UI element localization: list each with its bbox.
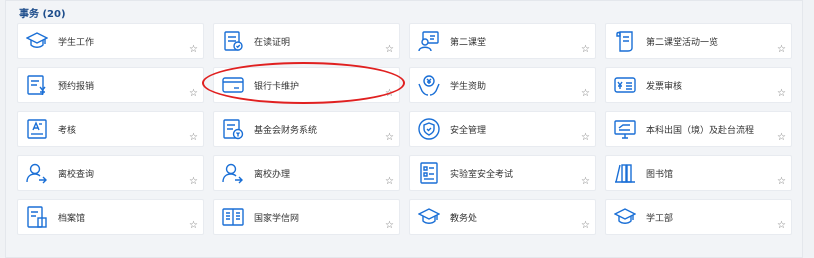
graduation-cap-icon	[418, 206, 440, 228]
card-invoice-review[interactable]: 发票审核 ☆	[605, 67, 792, 103]
card-label: 离校查询	[58, 170, 95, 180]
user-arrow-icon	[26, 162, 48, 184]
favorite-star-icon[interactable]: ☆	[385, 88, 394, 100]
card-label: 在读证明	[254, 38, 291, 48]
hands-coin-icon	[418, 74, 440, 96]
card-label: 学生工作	[58, 38, 95, 48]
favorite-star-icon[interactable]: ☆	[581, 88, 590, 100]
card-enrollment-certificate[interactable]: 在读证明 ☆	[213, 23, 400, 59]
card-label: 教务处	[450, 214, 478, 224]
card-leaving-school-process[interactable]: 离校办理 ☆	[213, 155, 400, 191]
card-label: 图书馆	[646, 170, 674, 180]
favorite-star-icon[interactable]: ☆	[581, 220, 590, 232]
library-books-icon	[614, 162, 636, 184]
favorite-star-icon[interactable]: ☆	[777, 132, 786, 144]
card-label: 学工部	[646, 214, 674, 224]
favorite-star-icon[interactable]: ☆	[777, 88, 786, 100]
card-label: 学生资助	[450, 82, 487, 92]
open-book-icon	[222, 206, 244, 228]
bank-card-icon	[222, 74, 244, 96]
card-student-aid[interactable]: 学生资助 ☆	[409, 67, 596, 103]
archive-icon	[26, 206, 48, 228]
favorite-star-icon[interactable]: ☆	[385, 220, 394, 232]
graduation-cap-icon	[614, 206, 636, 228]
shield-icon	[418, 118, 440, 140]
card-label: 本科出国（境）及赴台流程	[646, 126, 755, 136]
section-title: 事务 (20)	[19, 9, 66, 20]
card-label: 考核	[58, 126, 77, 136]
user-arrow-icon	[222, 162, 244, 184]
favorite-star-icon[interactable]: ☆	[777, 176, 786, 188]
favorite-star-icon[interactable]: ☆	[385, 132, 394, 144]
certificate-document-icon	[222, 30, 244, 52]
assessment-icon	[26, 118, 48, 140]
card-label: 第二课堂活动一览	[646, 38, 719, 48]
card-label: 银行卡维护	[254, 82, 300, 92]
favorite-star-icon[interactable]: ☆	[189, 44, 198, 56]
invoice-icon	[614, 74, 636, 96]
card-label: 基金会财务系统	[254, 126, 318, 136]
card-second-classroom-activities[interactable]: 第二课堂活动一览 ☆	[605, 23, 792, 59]
card-student-work[interactable]: 学生工作 ☆	[17, 23, 204, 59]
favorite-star-icon[interactable]: ☆	[385, 176, 394, 188]
card-leaving-school-query[interactable]: 离校查询 ☆	[17, 155, 204, 191]
card-bank-card-maintenance[interactable]: 银行卡维护 ☆	[213, 67, 400, 103]
card-label: 第二课堂	[450, 38, 487, 48]
card-label: 预约报销	[58, 82, 95, 92]
foundation-finance-icon	[222, 118, 244, 140]
card-study-abroad-process[interactable]: 本科出国（境）及赴台流程 ☆	[605, 111, 792, 147]
affairs-panel: 事务 (20) 学生工作 ☆ 在读证明 ☆ 第二课堂 ☆ 第二课堂活动一览 ☆ …	[5, 0, 803, 258]
card-label: 档案馆	[58, 214, 86, 224]
card-academic-affairs[interactable]: 教务处 ☆	[409, 199, 596, 235]
graduation-cap-icon	[26, 30, 48, 52]
favorite-star-icon[interactable]: ☆	[189, 220, 198, 232]
app-grid: 学生工作 ☆ 在读证明 ☆ 第二课堂 ☆ 第二课堂活动一览 ☆ 预约报销 ☆ 银…	[17, 23, 792, 235]
favorite-star-icon[interactable]: ☆	[777, 44, 786, 56]
card-library[interactable]: 图书馆 ☆	[605, 155, 792, 191]
card-student-affairs-dept[interactable]: 学工部 ☆	[605, 199, 792, 235]
card-assessment[interactable]: 考核 ☆	[17, 111, 204, 147]
favorite-star-icon[interactable]: ☆	[581, 44, 590, 56]
favorite-star-icon[interactable]: ☆	[189, 88, 198, 100]
card-label: 国家学信网	[254, 214, 300, 224]
favorite-star-icon[interactable]: ☆	[385, 44, 394, 56]
card-label: 发票审核	[646, 82, 683, 92]
card-archives[interactable]: 档案馆 ☆	[17, 199, 204, 235]
card-foundation-finance[interactable]: 基金会财务系统 ☆	[213, 111, 400, 147]
card-national-chsi[interactable]: 国家学信网 ☆	[213, 199, 400, 235]
card-second-classroom[interactable]: 第二课堂 ☆	[409, 23, 596, 59]
card-lab-safety-exam[interactable]: 实验室安全考试 ☆	[409, 155, 596, 191]
reimbursement-document-icon	[26, 74, 48, 96]
card-safety-management[interactable]: 安全管理 ☆	[409, 111, 596, 147]
favorite-star-icon[interactable]: ☆	[189, 132, 198, 144]
scroll-document-icon	[614, 30, 636, 52]
presenter-board-icon	[418, 30, 440, 52]
favorite-star-icon[interactable]: ☆	[581, 132, 590, 144]
favorite-star-icon[interactable]: ☆	[189, 176, 198, 188]
card-label: 离校办理	[254, 170, 291, 180]
card-label: 安全管理	[450, 126, 487, 136]
favorite-star-icon[interactable]: ☆	[777, 220, 786, 232]
card-label: 实验室安全考试	[450, 170, 514, 180]
travel-monitor-icon	[614, 118, 636, 140]
card-reimbursement-booking[interactable]: 预约报销 ☆	[17, 67, 204, 103]
favorite-star-icon[interactable]: ☆	[581, 176, 590, 188]
lab-exam-icon	[418, 162, 440, 184]
